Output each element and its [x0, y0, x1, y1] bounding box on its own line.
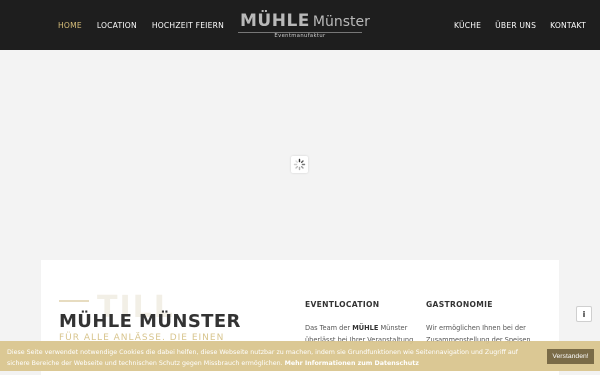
nav-link-kontakt[interactable]: KONTAKT	[550, 21, 586, 30]
eventlocation-heading: EVENTLOCATION	[305, 300, 380, 309]
loading-indicator	[291, 156, 308, 173]
info-icon: i	[582, 309, 586, 319]
cookie-accept-button[interactable]: Verstanden!	[547, 349, 594, 364]
page-title: MÜHLE MÜNSTER	[59, 311, 241, 332]
eventlocation-column: EVENTLOCATION Das Team der MÜHLE Münster…	[305, 300, 420, 346]
hero-slider-area	[0, 50, 600, 260]
privacy-info-link[interactable]: Mehr Informationen zum Datenschutz	[285, 360, 419, 367]
nav-right-group: KÜCHE ÜBER UNS KONTAKT	[454, 0, 586, 50]
logo-bold-text: MÜHLE	[240, 11, 310, 31]
site-logo[interactable]: MÜHLE Münster Eventmanufaktur	[238, 10, 370, 42]
nav-link-home[interactable]: HOME	[58, 21, 82, 30]
spinner-icon	[293, 158, 306, 171]
title-accent-line	[59, 300, 89, 302]
info-button[interactable]: i	[576, 306, 592, 322]
eventlocation-text-bold: MÜHLE	[352, 324, 379, 332]
logo-subtitle: Eventmanufaktur	[274, 33, 326, 39]
logo-wordmark: MÜHLE Münster	[240, 10, 370, 33]
cookie-consent-bar: Diese Seite verwendet notwendige Cookies…	[0, 341, 600, 371]
eventlocation-text-pre: Das Team der	[305, 324, 353, 332]
nav-link-ueber-uns[interactable]: ÜBER UNS	[495, 21, 536, 30]
cookie-message: Diese Seite verwendet notwendige Cookies…	[7, 347, 542, 369]
nav-link-hochzeit-feiern[interactable]: HOCHZEIT FEIERN	[152, 21, 224, 30]
nav-link-location[interactable]: LOCATION	[97, 21, 137, 30]
gastronomie-heading: GASTRONOMIE	[426, 300, 493, 309]
top-navbar: HOME LOCATION HOCHZEIT FEIERN MÜHLE Münst…	[0, 0, 600, 50]
logo-thin-text: Münster	[312, 14, 370, 30]
nav-left-group: HOME LOCATION HOCHZEIT FEIERN	[58, 0, 224, 50]
cookie-message-text: Diese Seite verwendet notwendige Cookies…	[7, 349, 518, 367]
nav-link-kueche[interactable]: KÜCHE	[454, 21, 481, 30]
